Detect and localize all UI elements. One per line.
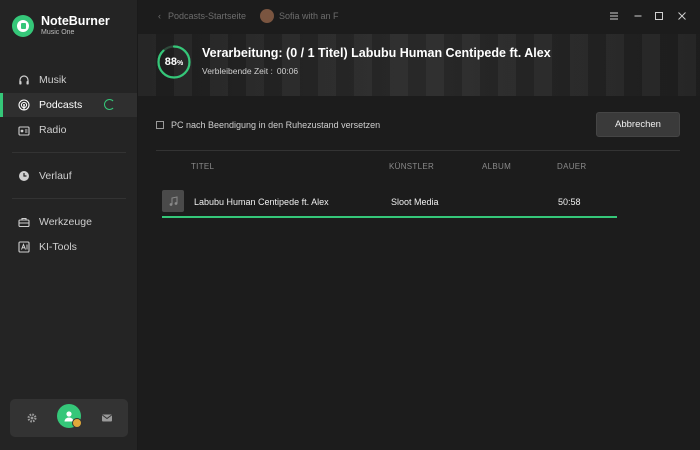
sleep-checkbox-label[interactable]: PC nach Beendigung in den Ruhezustand ve… [171, 120, 380, 130]
abort-button[interactable]: Abbrechen [596, 112, 680, 137]
music-note-icon [162, 190, 184, 212]
noteburner-logo-icon [12, 15, 34, 37]
maximize-icon[interactable] [652, 9, 666, 23]
menu-icon[interactable] [607, 9, 621, 23]
row-artist: Sloot Media [391, 197, 439, 207]
column-header-duration[interactable]: DAUER [557, 162, 587, 171]
sidebar-item-label: Podcasts [39, 99, 83, 111]
sidebar-item-label: KI-Tools [39, 241, 77, 253]
sidebar-item-label: Musik [39, 74, 67, 86]
gear-icon[interactable] [24, 410, 40, 426]
app-subtitle: Music One [41, 29, 75, 36]
column-header-title[interactable]: TITEL [191, 162, 214, 171]
row-progress-bar [162, 216, 617, 218]
sidebar-item-label: Radio [39, 124, 67, 136]
table-divider [156, 150, 680, 151]
processing-title: Verarbeitung: (0 / 1 Titel) Labubu Human… [202, 46, 551, 60]
topbar: ‹ Podcasts-Startseite Sofia with an F [138, 0, 700, 34]
radio-icon [18, 124, 30, 136]
sidebar-item-musik[interactable]: Musik [0, 68, 137, 92]
podcast-icon [18, 99, 30, 111]
table-row[interactable]: Labubu Human Centipede ft. Alex Sloot Me… [162, 186, 617, 218]
clock-icon [18, 170, 30, 182]
minimize-icon[interactable] [631, 9, 645, 23]
mail-icon[interactable] [99, 410, 115, 426]
user-label[interactable]: Sofia with an F [279, 11, 339, 21]
sidebar-item-werkzeuge[interactable]: Werkzeuge [0, 210, 137, 234]
brand: NoteBurner Music One [12, 14, 110, 38]
progress-percent: 88% [164, 56, 184, 68]
sidebar-item-radio[interactable]: Radio [0, 118, 137, 142]
sidebar-item-verlauf[interactable]: Verlauf [0, 164, 137, 188]
sidebar-bottom-bar [10, 399, 128, 437]
user-thumbnail[interactable] [260, 9, 274, 23]
main-panel: ‹ Podcasts-Startseite Sofia with an F 88… [138, 0, 700, 450]
remaining-time: Verbleibende Zeit :00:06 [202, 66, 298, 76]
loading-spinner-icon [104, 99, 115, 110]
column-header-artist[interactable]: KÜNSTLER [389, 162, 434, 171]
headphones-icon [18, 74, 30, 86]
sidebar: NoteBurner Music One Musik Podcasts Radi… [0, 0, 138, 450]
close-icon[interactable] [675, 9, 689, 23]
sidebar-item-label: Verlauf [39, 170, 72, 182]
remaining-time-value: 00:06 [276, 66, 299, 76]
column-header-album[interactable]: ALBUM [482, 162, 511, 171]
remaining-time-label: Verbleibende Zeit : [202, 66, 273, 76]
app-name: NoteBurner [41, 14, 110, 28]
sidebar-divider [12, 152, 126, 153]
premium-badge-icon [72, 418, 82, 428]
row-title: Labubu Human Centipede ft. Alex [194, 197, 329, 207]
sidebar-item-podcasts[interactable]: Podcasts [0, 93, 137, 117]
toolbox-icon [18, 216, 30, 228]
sleep-option[interactable]: PC nach Beendigung in den Ruhezustand ve… [156, 120, 380, 130]
sidebar-item-ki-tools[interactable]: KI-Tools [0, 235, 137, 259]
breadcrumb[interactable]: Podcasts-Startseite [168, 11, 246, 21]
ai-tools-icon [18, 241, 30, 253]
sleep-checkbox[interactable] [156, 121, 164, 129]
sidebar-divider [12, 198, 126, 199]
row-duration: 50:58 [558, 197, 581, 207]
header-backdrop [138, 34, 700, 96]
sidebar-item-label: Werkzeuge [39, 216, 92, 228]
breadcrumb-home-icon[interactable]: ‹ [158, 11, 161, 21]
